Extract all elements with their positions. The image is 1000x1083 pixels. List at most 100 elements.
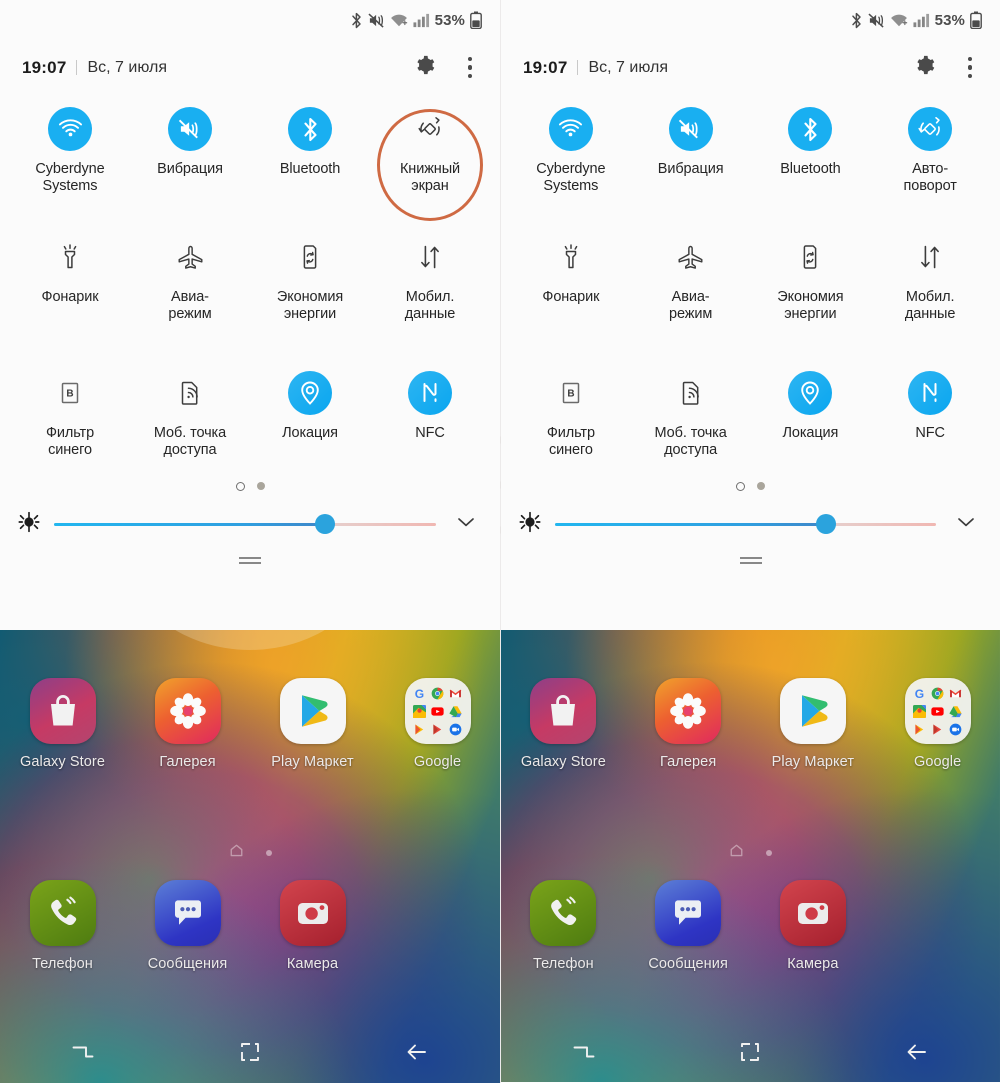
panel-drag-handle[interactable] xyxy=(501,557,1000,564)
wifi-icon xyxy=(890,13,908,28)
home-page-icon[interactable] xyxy=(729,843,744,863)
tile-mobile-data[interactable]: Мобил. данные xyxy=(870,229,990,365)
tile-auto-rotate[interactable]: Авто- поворот xyxy=(870,101,990,229)
app-gallery[interactable]: Галерея xyxy=(125,678,250,770)
page-dot[interactable] xyxy=(766,850,772,856)
tile-power-saving[interactable]: Экономия энергии xyxy=(250,229,370,365)
back-arrow-icon[interactable] xyxy=(333,1041,500,1063)
tile-flashlight[interactable]: Фонарик xyxy=(511,229,631,365)
mute-vibrate-icon xyxy=(868,12,885,29)
tile-hotspot[interactable]: Моб. точка доступа xyxy=(631,365,751,475)
power-saving-icon xyxy=(288,235,332,279)
chrome-icon xyxy=(930,687,946,700)
tile-label: Экономия энергии xyxy=(777,289,844,322)
page-dot-current[interactable] xyxy=(235,481,245,491)
tile-wifi[interactable]: Cyberdyne Systems xyxy=(10,101,130,229)
app-messages[interactable]: Сообщения xyxy=(626,880,751,972)
home-page-icon[interactable] xyxy=(229,843,244,863)
app-google-folder[interactable]: G Google xyxy=(875,678,1000,770)
recents-icon[interactable] xyxy=(501,1041,667,1063)
mobile-data-icon xyxy=(908,235,952,279)
home-icon[interactable] xyxy=(167,1040,334,1064)
more-vertical-icon[interactable] xyxy=(962,54,979,82)
app-label: Play Маркет xyxy=(771,754,855,770)
location-icon xyxy=(288,371,332,415)
brightness-icon xyxy=(18,511,40,538)
app-play-store[interactable]: Play Маркет xyxy=(751,678,876,770)
tile-nfc[interactable]: NFC xyxy=(870,365,990,475)
panel-page-indicator xyxy=(501,475,1000,497)
app-label: Сообщения xyxy=(147,956,228,972)
gear-icon[interactable] xyxy=(914,54,936,81)
wifi-icon xyxy=(48,107,92,151)
vibrate-icon xyxy=(168,107,212,151)
tile-hotspot[interactable]: Моб. точка доступа xyxy=(130,365,250,475)
galaxy-store-icon xyxy=(29,678,96,744)
chevron-down-icon[interactable] xyxy=(450,511,482,538)
mobile-data-icon xyxy=(408,235,452,279)
tile-blue-light-filter[interactable]: B Фильтр синего xyxy=(10,365,130,475)
brightness-fill xyxy=(54,522,326,526)
home-icon[interactable] xyxy=(667,1040,833,1064)
flashlight-icon xyxy=(549,235,593,279)
tile-wifi[interactable]: Cyberdyne Systems xyxy=(511,101,631,229)
app-galaxy-store[interactable]: Galaxy Store xyxy=(501,678,626,770)
app-phone[interactable]: Телефон xyxy=(0,880,125,972)
app-camera[interactable]: Камера xyxy=(751,880,876,972)
back-arrow-icon[interactable] xyxy=(834,1041,1000,1063)
page-dot[interactable] xyxy=(265,850,272,856)
nfc-icon xyxy=(908,371,953,415)
app-label: Телефон xyxy=(532,956,594,972)
more-vertical-icon[interactable] xyxy=(462,54,479,82)
tile-location[interactable]: Локация xyxy=(250,365,370,475)
app-label: Galaxy Store xyxy=(19,754,105,770)
gallery-icon xyxy=(655,678,722,744)
brightness-knob[interactable] xyxy=(815,514,836,534)
tile-label: Фонарик xyxy=(542,289,600,305)
chevron-down-icon[interactable] xyxy=(950,511,982,538)
tile-airplane-mode[interactable]: Авиа- режим xyxy=(130,229,250,365)
tile-vibrate[interactable]: Вибрация xyxy=(130,101,250,229)
home-page-indicator xyxy=(501,843,1000,863)
page-dot-next[interactable] xyxy=(256,482,265,490)
hotspot-icon xyxy=(168,371,212,415)
app-row-2: Телефон Сообщения Камера xyxy=(0,880,500,972)
quick-settings-panel-right: 53% 19:07 Вс, 7 июля Cyberdyne Systems В… xyxy=(501,0,1000,630)
play-music-icon xyxy=(430,723,446,736)
app-play-store[interactable]: Play Маркет xyxy=(250,678,375,770)
app-gallery[interactable]: Галерея xyxy=(626,678,751,770)
app-slot-empty xyxy=(375,880,500,972)
gear-icon[interactable] xyxy=(414,54,436,81)
app-phone[interactable]: Телефон xyxy=(501,880,626,972)
phone-icon xyxy=(29,880,96,946)
page-dot-current[interactable] xyxy=(736,481,745,491)
tile-location[interactable]: Локация xyxy=(751,365,871,475)
tile-bluetooth[interactable]: Bluetooth xyxy=(250,101,370,229)
app-galaxy-store[interactable]: Galaxy Store xyxy=(0,678,125,770)
tile-nfc[interactable]: NFC xyxy=(370,365,490,475)
brightness-knob[interactable] xyxy=(315,514,336,534)
brightness-track[interactable] xyxy=(555,514,936,534)
tile-airplane-mode[interactable]: Авиа- режим xyxy=(631,229,751,365)
camera-icon xyxy=(279,880,346,946)
brightness-track[interactable] xyxy=(54,514,436,534)
recents-icon[interactable] xyxy=(0,1041,167,1063)
tile-power-saving[interactable]: Экономия энергии xyxy=(751,229,871,365)
app-row-1: Galaxy Store Галерея Play Маркет G Googl… xyxy=(0,678,500,770)
app-camera[interactable]: Камера xyxy=(250,880,375,972)
tile-flashlight[interactable]: Фонарик xyxy=(10,229,130,365)
chrome-icon xyxy=(430,687,446,700)
clock-date-group: 19:07 Вс, 7 июля xyxy=(22,58,167,78)
app-messages[interactable]: Сообщения xyxy=(125,880,250,972)
app-label: Google xyxy=(413,754,462,770)
tile-vibrate[interactable]: Вибрация xyxy=(631,101,751,229)
app-google-folder[interactable]: G Google xyxy=(375,678,500,770)
page-dot-next[interactable] xyxy=(757,482,765,490)
tile-bluetooth[interactable]: Bluetooth xyxy=(751,101,871,229)
tile-blue-light-filter[interactable]: B Фильтр синего xyxy=(511,365,631,475)
panel-drag-handle[interactable] xyxy=(0,557,500,564)
svg-text:B: B xyxy=(567,389,574,400)
bluetooth-icon xyxy=(788,107,833,151)
tile-rotation-lock[interactable]: Книжный экран xyxy=(370,101,490,229)
tile-mobile-data[interactable]: Мобил. данные xyxy=(370,229,490,365)
